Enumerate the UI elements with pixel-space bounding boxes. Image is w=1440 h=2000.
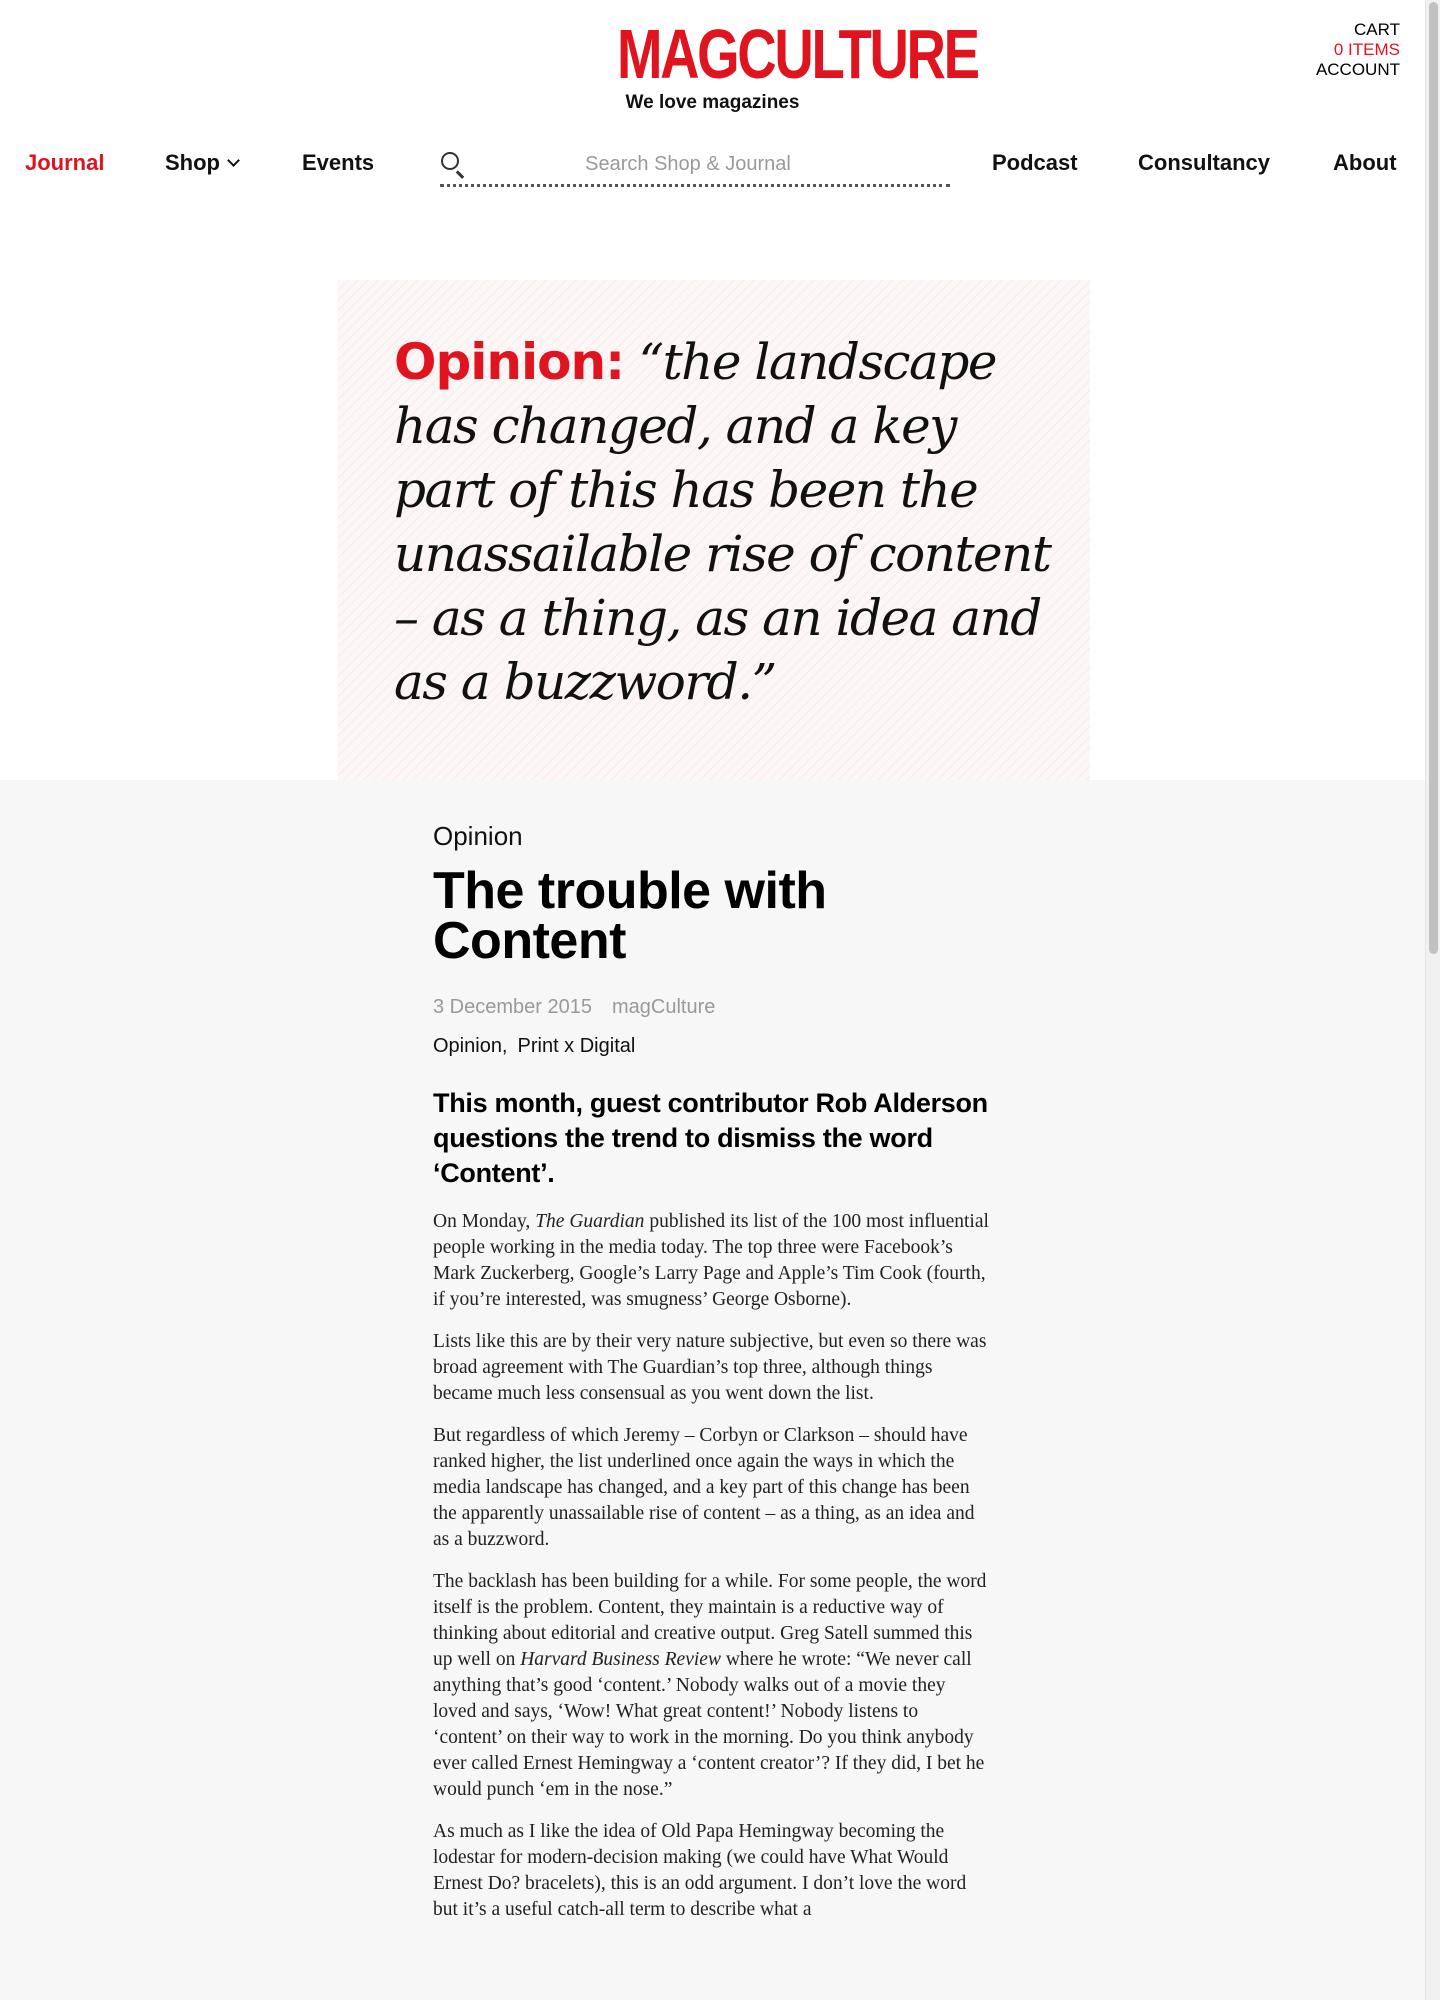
nav-podcast[interactable]: Podcast [992, 150, 1078, 176]
article-title: The trouble with Content [433, 862, 827, 970]
article-meta: 3 December 2015 magCulture [433, 996, 990, 1019]
hero-section: Opinion: “the landscape has changed, and… [0, 230, 1425, 780]
body-paragraph: As much as I like the idea of Old Papa H… [433, 1821, 967, 1920]
article-date: 3 December 2015 [433, 996, 592, 1018]
article-author[interactable]: magCulture [612, 996, 715, 1019]
cart-link[interactable]: CART [1316, 20, 1400, 40]
nav-consultancy[interactable]: Consultancy [1138, 150, 1270, 176]
logo-link[interactable]: MAGCULTURE We love magazines [590, 15, 980, 114]
account-link[interactable]: ACCOUNT [1316, 60, 1400, 80]
body-paragraph: On Monday, The Guardian published its li… [433, 1211, 989, 1310]
site-header: MAGCULTURE We love magazines CART 0 ITEM… [0, 0, 1425, 230]
cart-account: CART 0 ITEMS ACCOUNT [1316, 20, 1400, 80]
search-icon[interactable] [440, 151, 468, 179]
article-standfirst: This month, guest contributor Rob Alders… [433, 1088, 988, 1188]
body-paragraph: The backlash has been building for a whi… [433, 1571, 987, 1800]
page: MAGCULTURE We love magazines CART 0 ITEM… [0, 0, 1425, 2000]
tagline: We love magazines [625, 92, 800, 113]
nav-events[interactable]: Events [302, 150, 374, 176]
main-nav: Journal Shop Events Podcast Consultancy … [0, 145, 1425, 195]
article-tags: Opinion, Print x Digital [433, 1035, 990, 1058]
page-scrollbar[interactable] [1425, 0, 1440, 2000]
article: Opinion The trouble with Content 3 Decem… [433, 818, 990, 1939]
body-paragraph: Lists like this are by their very nature… [433, 1331, 987, 1404]
article-category[interactable]: Opinion [433, 818, 990, 854]
nav-shop-label: Shop [165, 150, 220, 175]
chevron-down-icon [227, 153, 240, 167]
tag-link[interactable]: Opinion, [433, 1035, 508, 1058]
hero-quote-card: Opinion: “the landscape has changed, and… [338, 280, 1090, 780]
cart-items-count[interactable]: 0 ITEMS [1316, 40, 1400, 60]
nav-journal[interactable]: Journal [25, 150, 104, 176]
search-input[interactable] [468, 153, 908, 176]
nav-about[interactable]: About [1333, 150, 1397, 176]
article-body: On Monday, The Guardian published its li… [433, 1209, 990, 1923]
search-bar [440, 145, 950, 187]
hero-quote: Opinion: “the landscape has changed, and… [394, 330, 1054, 714]
nav-shop[interactable]: Shop [165, 150, 240, 176]
scrollbar-thumb[interactable] [1429, 2, 1438, 954]
body-paragraph: But regardless of which Jeremy – Corbyn … [433, 1425, 975, 1550]
tag-link[interactable]: Print x Digital [518, 1035, 636, 1058]
logo: MAGCULTURE [616, 15, 980, 93]
hero-quote-label: Opinion: [394, 333, 625, 391]
